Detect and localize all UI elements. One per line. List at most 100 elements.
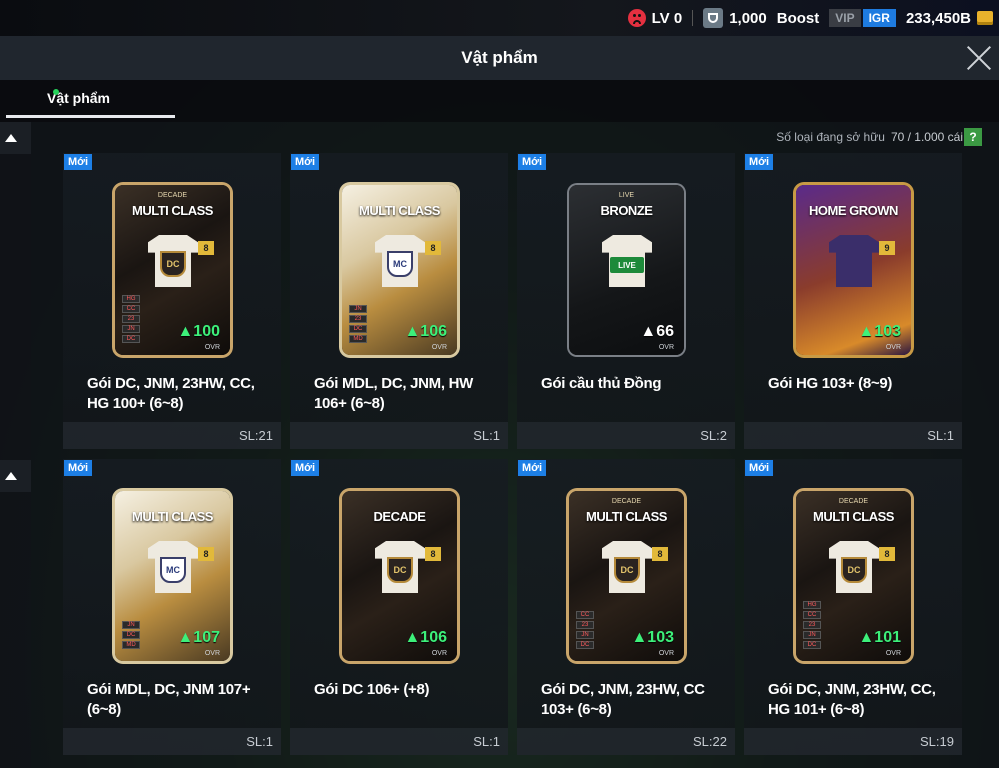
pack-image: DECADE MULTI CLASS DC 8 CC 23 JN DC ▲103 OV… <box>569 491 684 661</box>
new-dot-icon <box>53 89 59 95</box>
ovr-value: ▲106 <box>404 629 447 646</box>
inventory-info: Số loại đang sở hữu 70 / 1.000 cái <box>776 130 963 144</box>
item-name: Gói HG 103+ (8~9) <box>768 375 893 392</box>
crest-icon: MC <box>387 251 413 277</box>
item-quantity: SL:1 <box>290 728 508 755</box>
pack-title: HOME GROWN <box>809 203 898 218</box>
header: Vật phẩm <box>0 36 999 80</box>
crest-icon: DC <box>841 557 867 583</box>
class-tags: CC 23 JN DC <box>576 611 594 649</box>
pack-title: MULTI CLASS <box>813 509 894 524</box>
item-card[interactable]: Mới MULTI CLASS MC 8 JN DC MD ▲107 OVR Gói… <box>63 459 281 755</box>
new-badge: Mới <box>518 460 547 476</box>
item-card[interactable]: Mới MULTI CLASS MC 8 JN 23 DC MD ▲106 OVR G… <box>290 153 508 449</box>
item-quantity: SL:1 <box>63 728 281 755</box>
pack-title: MULTI CLASS <box>132 203 213 218</box>
ovr-value: ▲106 <box>404 323 447 340</box>
new-badge: Mới <box>291 154 320 170</box>
divider <box>692 10 694 26</box>
ovr-label: OVR <box>658 650 674 657</box>
crest-icon: MC <box>160 557 186 583</box>
igr-badge: IGR <box>862 9 896 27</box>
tab-bar: Vật phẩm <box>0 80 999 122</box>
class-tags: JN 23 DC MD <box>349 305 367 343</box>
ovr-label: OVR <box>431 344 447 351</box>
item-card[interactable]: Mới DECADE MULTI CLASS DC 8 HG CC 23 JN DC ▲… <box>63 153 281 449</box>
tier-badge: 8 <box>425 241 441 255</box>
pack-title: BRONZE <box>600 203 653 218</box>
pack-title: MULTI CLASS <box>132 509 213 524</box>
balance-display: 233,450B <box>906 10 993 27</box>
inventory-label: Số loại đang sở hữu <box>776 130 885 144</box>
crest-icon: DC <box>160 251 186 277</box>
pack-image: LIVE BRONZE LIVE ▲66 OVR <box>569 185 684 355</box>
item-name: Gói MDL, DC, JNM 107+ (6~8) <box>87 681 251 718</box>
close-button[interactable] <box>961 40 997 76</box>
new-badge: Mới <box>745 460 774 476</box>
pack-image: HOME GROWN 9 ▲103 OVR <box>796 185 911 355</box>
ovr-value: ▲101 <box>858 629 901 646</box>
item-name: Gói MDL, DC, JNM, HW 106+ (6~8) <box>314 375 473 412</box>
new-badge: Mới <box>745 154 774 170</box>
shield-icon <box>703 8 724 28</box>
ovr-value: ▲107 <box>177 629 220 646</box>
item-quantity: SL:1 <box>744 422 962 449</box>
ovr-value: ▲66 <box>640 323 674 340</box>
pack-title: DECADE <box>373 509 426 524</box>
pack-image: DECADE DC 8 ▲106 OVR <box>342 491 457 661</box>
pack-subtitle: LIVE <box>618 192 635 199</box>
item-card[interactable]: Mới DECADE MULTI CLASS DC 8 HG CC 23 JN DC ▲… <box>744 459 962 755</box>
pack-image: DECADE MULTI CLASS DC 8 HG CC 23 JN DC ▲101 … <box>796 491 911 661</box>
ovr-value: ▲100 <box>177 323 220 340</box>
ovr-label: OVR <box>431 650 447 657</box>
pack-subtitle: DECADE <box>838 498 869 505</box>
inventory-count: 70 / 1.000 cái <box>890 130 963 144</box>
pack-title: MULTI CLASS <box>586 509 667 524</box>
pack-image: MULTI CLASS MC 8 JN DC MD ▲107 OVR <box>115 491 230 661</box>
scroll-up-button-2[interactable] <box>0 460 31 492</box>
new-badge: Mới <box>518 154 547 170</box>
balance-text: 233,450B <box>905 9 971 27</box>
points-display: 1,000 <box>703 8 767 28</box>
crest-icon: DC <box>614 557 640 583</box>
class-tags: HG CC 23 JN DC <box>122 295 140 343</box>
item-card[interactable]: Mới DECADE MULTI CLASS DC 8 CC 23 JN DC ▲10… <box>517 459 735 755</box>
pack-title: MULTI CLASS <box>359 203 440 218</box>
ovr-label: OVR <box>658 344 674 351</box>
pack-image: DECADE MULTI CLASS DC 8 HG CC 23 JN DC ▲100 … <box>115 185 230 355</box>
ovr-label: OVR <box>204 650 220 657</box>
status-bar: LV 0 1,000 Boost VIP IGR 233,450B <box>0 0 999 36</box>
vip-badge: VIP <box>829 9 861 27</box>
class-tags: JN DC MD <box>122 621 140 649</box>
item-card[interactable]: Mới LIVE BRONZE LIVE ▲66 OVR Gói cầu thủ… <box>517 153 735 449</box>
item-name: Gói DC, JNM, 23HW, CC 103+ (6~8) <box>541 681 705 718</box>
level-text: LV 0 <box>651 9 683 27</box>
page-title: Vật phẩm <box>461 48 538 67</box>
pack-image: MULTI CLASS MC 8 JN 23 DC MD ▲106 OVR <box>342 185 457 355</box>
triangle-up-icon <box>4 134 17 142</box>
ovr-value: ▲103 <box>631 629 674 646</box>
item-quantity: SL:22 <box>517 728 735 755</box>
item-name: Gói DC 106+ (+8) <box>314 681 430 698</box>
scroll-up-button[interactable] <box>0 122 31 154</box>
tier-badge: 8 <box>652 547 668 561</box>
class-tags: HG CC 23 JN DC <box>803 601 821 649</box>
pack-subtitle: DECADE <box>611 498 642 505</box>
help-button[interactable]: ? <box>964 128 982 146</box>
item-name: Gói DC, JNM, 23HW, CC, HG 100+ (6~8) <box>87 375 255 412</box>
tier-badge: 8 <box>198 547 214 561</box>
tier-badge: 8 <box>879 547 895 561</box>
item-quantity: SL:19 <box>744 728 962 755</box>
item-card[interactable]: Mới HOME GROWN 9 ▲103 OVR Gói HG 103+ (8… <box>744 153 962 449</box>
crest-icon: DC <box>387 557 413 583</box>
ovr-value: ▲103 <box>858 323 901 340</box>
new-badge: Mới <box>64 154 93 170</box>
tier-badge: 9 <box>879 241 895 255</box>
item-name: Gói cầu thủ Đồng <box>541 375 662 392</box>
boost-label[interactable]: Boost <box>777 10 820 27</box>
item-card[interactable]: Mới DECADE DC 8 ▲106 OVR Gói DC 106+ (+8… <box>290 459 508 755</box>
item-quantity: SL:2 <box>517 422 735 449</box>
tab-items[interactable]: Vật phẩm <box>6 80 175 118</box>
side-rail <box>0 122 31 768</box>
level-display: LV 0 <box>627 9 683 27</box>
